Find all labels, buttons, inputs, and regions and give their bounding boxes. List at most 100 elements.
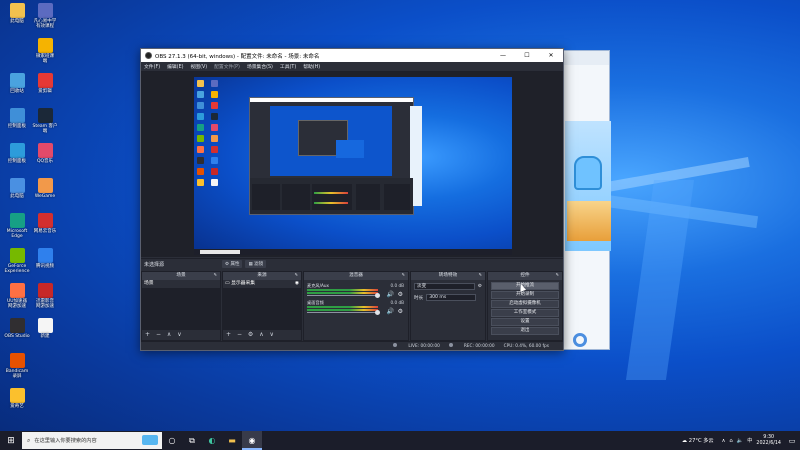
studio-mode-button[interactable]: 工作室模式 [491, 309, 559, 317]
app-icon [37, 3, 53, 18]
gear-icon[interactable]: ⚙ [478, 284, 482, 289]
wallpaper-ray [600, 157, 750, 193]
menu-edit[interactable]: 编辑(E) [167, 63, 183, 70]
transition-select[interactable]: 淡变 [414, 283, 475, 290]
clock[interactable]: 9:30 2022/6/14 [756, 435, 781, 447]
obs-taskbar-icon[interactable]: ◉ [242, 431, 262, 450]
menu-view[interactable]: 视图(V) [190, 63, 207, 70]
volume-slider[interactable] [307, 295, 378, 296]
app-icon [37, 213, 53, 228]
remove-icon[interactable]: − [156, 331, 161, 338]
windows-start-icon[interactable]: ⊞ [2, 436, 20, 446]
settings-button[interactable]: 设置 [491, 318, 559, 326]
speaker-icon[interactable]: 🔊 [387, 308, 394, 315]
app-icon [9, 248, 25, 263]
close-button[interactable]: ✕ [539, 52, 563, 59]
menu-profile[interactable]: 配置文件(P) [214, 63, 240, 70]
desktop-icon[interactable]: 微家班课 端 [28, 38, 62, 64]
controls-dock: 控件 ✎ 开始推流 开始录制 启动虚拟摄像机 工作室模式 设置 退出 [487, 271, 563, 341]
start-recording-button[interactable]: 开始录制 [491, 291, 559, 299]
sources-dock: 来源 ✎ ▭ 显示器采集 ◉ + − ⚙ ∧ ∨ [222, 271, 302, 341]
network-icon[interactable]: ⌂ [729, 438, 732, 444]
edge-icon[interactable]: ◐ [202, 431, 222, 450]
desktop-icon[interactable]: 网易云音乐 [28, 213, 62, 234]
desktop-icon[interactable]: Bandicam 录屏 [0, 353, 34, 379]
list-item[interactable]: 场景 [142, 280, 220, 288]
gear-icon[interactable]: ⚙ [398, 308, 403, 315]
volume-icon[interactable]: 🔈 [737, 438, 743, 444]
chevron-up-icon[interactable]: ∧ [259, 331, 263, 338]
search-icon: ⌕ [27, 436, 31, 444]
cloud-icon: ☁ [681, 438, 689, 444]
window-title: OBS 27.1.3 (64-bit, windows) - 配置文件: 未命名… [155, 53, 320, 60]
chevron-down-icon[interactable]: ∨ [270, 331, 274, 338]
desktop-icon[interactable]: 迅雷影音 网游加速 [28, 283, 62, 309]
chevron-up-icon[interactable]: ∧ [722, 438, 726, 444]
menu-file[interactable]: 文件(F) [144, 63, 160, 70]
eye-icon[interactable]: ◉ [295, 280, 299, 288]
no-source-label: 未选择源 [144, 261, 165, 268]
loading-spinner-icon [573, 333, 587, 347]
desktop-icon[interactable]: WeGame [28, 178, 62, 199]
controls-header: 控件 ✎ [488, 272, 562, 280]
taskbar: ⊞ ⌕ 在这里输入你要搜索的内容 ○ ⧉ ◐ ▬ ◉ ☁ 27°C 多云 ∧ ⌂… [0, 431, 800, 450]
app-icon [37, 248, 53, 263]
volume-slider[interactable] [307, 312, 378, 313]
virtual-camera-button[interactable]: 启动虚拟摄像机 [491, 300, 559, 308]
panels-row: 未选择源 ⚙ 属性 ▦ 滤镜 场景 ✎ 场景 + − ∧ ∨ 来源 ✎ ▭ 显示… [141, 258, 563, 341]
mascot-image [574, 156, 602, 190]
obs-titlebar[interactable]: OBS 27.1.3 (64-bit, windows) - 配置文件: 未命名… [141, 49, 563, 62]
cpu-status: CPU: 0.4%, 60.00 fps [503, 343, 549, 349]
preview-canvas[interactable] [194, 77, 512, 255]
system-tray: ☁ 27°C 多云 ∧ ⌂ 🔈 中 9:30 2022/6/14 ▭ [682, 435, 800, 447]
cortana-icon[interactable]: ○ [162, 431, 182, 450]
file-explorer-icon[interactable]: ▬ [222, 431, 242, 450]
scenes-list: 场景 [142, 280, 220, 330]
gear-icon[interactable]: ⚙ [248, 331, 253, 338]
exit-button[interactable]: 退出 [491, 327, 559, 335]
desktop-icon[interactable]: 腾讯视频 [28, 248, 62, 269]
desktop-icon[interactable]: Steam 客户 端 [28, 108, 62, 134]
speaker-icon[interactable]: 🔊 [387, 291, 394, 298]
maximize-button[interactable]: ☐ [515, 52, 539, 59]
list-item[interactable]: ▭ 显示器采集 ◉ [223, 280, 301, 288]
app-icon [9, 213, 25, 228]
remove-icon[interactable]: − [237, 331, 242, 338]
notification-icon[interactable]: ▭ [787, 437, 797, 445]
menu-tools[interactable]: 工具(T) [280, 63, 296, 70]
chevron-up-icon[interactable]: ∧ [167, 331, 171, 338]
volume-knob[interactable] [375, 310, 380, 315]
desktop-icon-label: Steam 客户 端 [32, 124, 58, 134]
duration-input[interactable]: 300 ms [426, 294, 477, 301]
preview-taskbar [194, 249, 512, 255]
desktop-icon-label: 迅雷影音 网游加速 [36, 299, 54, 309]
app-icon [37, 108, 53, 123]
app-icon [9, 178, 25, 193]
add-icon[interactable]: + [226, 331, 231, 338]
app-icon [37, 38, 53, 53]
desktop-icon[interactable]: 新建 [28, 318, 62, 339]
desktop-icon-label: 网易云音乐 [33, 229, 57, 234]
properties-button[interactable]: ⚙ 属性 [222, 260, 243, 268]
menu-scene-collection[interactable]: 场景集合(S) [247, 63, 273, 70]
preview-desktop-icons-2 [211, 80, 221, 190]
desktop-icon[interactable]: 爱剪辑 [28, 73, 62, 94]
status-bar: LIVE: 00:00:00 REC: 00:00:00 CPU: 0.4%, … [141, 341, 563, 350]
menu-help[interactable]: 帮助(H) [303, 63, 320, 70]
search-input[interactable]: ⌕ 在这里输入你要搜索的内容 [22, 432, 162, 449]
desktop-icon-label: 新建 [40, 334, 50, 339]
menu-bar: 文件(F) 编辑(E) 视图(V) 配置文件(P) 场景集合(S) 工具(T) … [141, 62, 563, 72]
ime-icon[interactable]: 中 [747, 437, 752, 444]
weather-widget[interactable]: ☁ 27°C 多云 [682, 437, 714, 444]
minimize-button[interactable]: — [491, 52, 515, 59]
desktop-icon[interactable]: QQ音乐 [28, 143, 62, 164]
filters-button[interactable]: ▦ 滤镜 [245, 260, 267, 268]
task-view-icon[interactable]: ⧉ [182, 431, 202, 450]
desktop-icon[interactable]: 凡心易中学 有效课程 [28, 3, 62, 29]
chevron-down-icon[interactable]: ∨ [177, 331, 181, 338]
desktop-icon[interactable]: 爱奇艺 [0, 388, 34, 409]
gear-icon[interactable]: ⚙ [398, 291, 403, 298]
desktop-icon-label: 腾讯视频 [36, 264, 54, 269]
app-icon [37, 283, 53, 298]
add-icon[interactable]: + [145, 331, 150, 338]
